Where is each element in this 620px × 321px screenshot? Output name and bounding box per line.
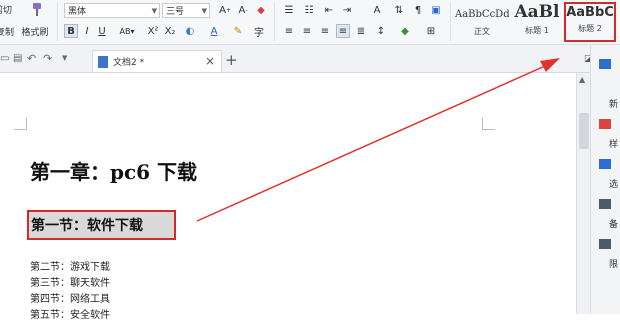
task-pane-item[interactable]: 样 [609,137,618,150]
task-pane-item[interactable]: 新 [609,97,618,110]
section-heading[interactable]: 第一节：软件下载 [31,215,143,235]
chevron-up-icon[interactable]: ▲ [579,75,585,84]
new-icon[interactable] [599,59,611,69]
task-pane: 新 样 选 备 限 [590,45,620,314]
restrict-icon[interactable] [599,239,611,249]
vertical-scrollbar[interactable]: ▲ [576,73,591,314]
backup-icon[interactable] [599,199,611,209]
body-line[interactable]: 第三节：聊天软件 [30,274,110,289]
body-line[interactable]: 第二节：游戏下载 [30,258,110,273]
body-line[interactable]: 第四节：网络工具 [30,290,110,305]
chapter-heading[interactable]: 第一章：pc6 下载 [30,156,197,185]
scrollbar-thumb[interactable] [579,113,589,149]
task-pane-item[interactable]: 选 [609,177,618,190]
select-icon[interactable] [599,159,611,169]
task-pane-item[interactable]: 限 [609,257,618,270]
style-icon[interactable] [599,119,611,129]
task-pane-item[interactable]: 备 [609,217,618,230]
